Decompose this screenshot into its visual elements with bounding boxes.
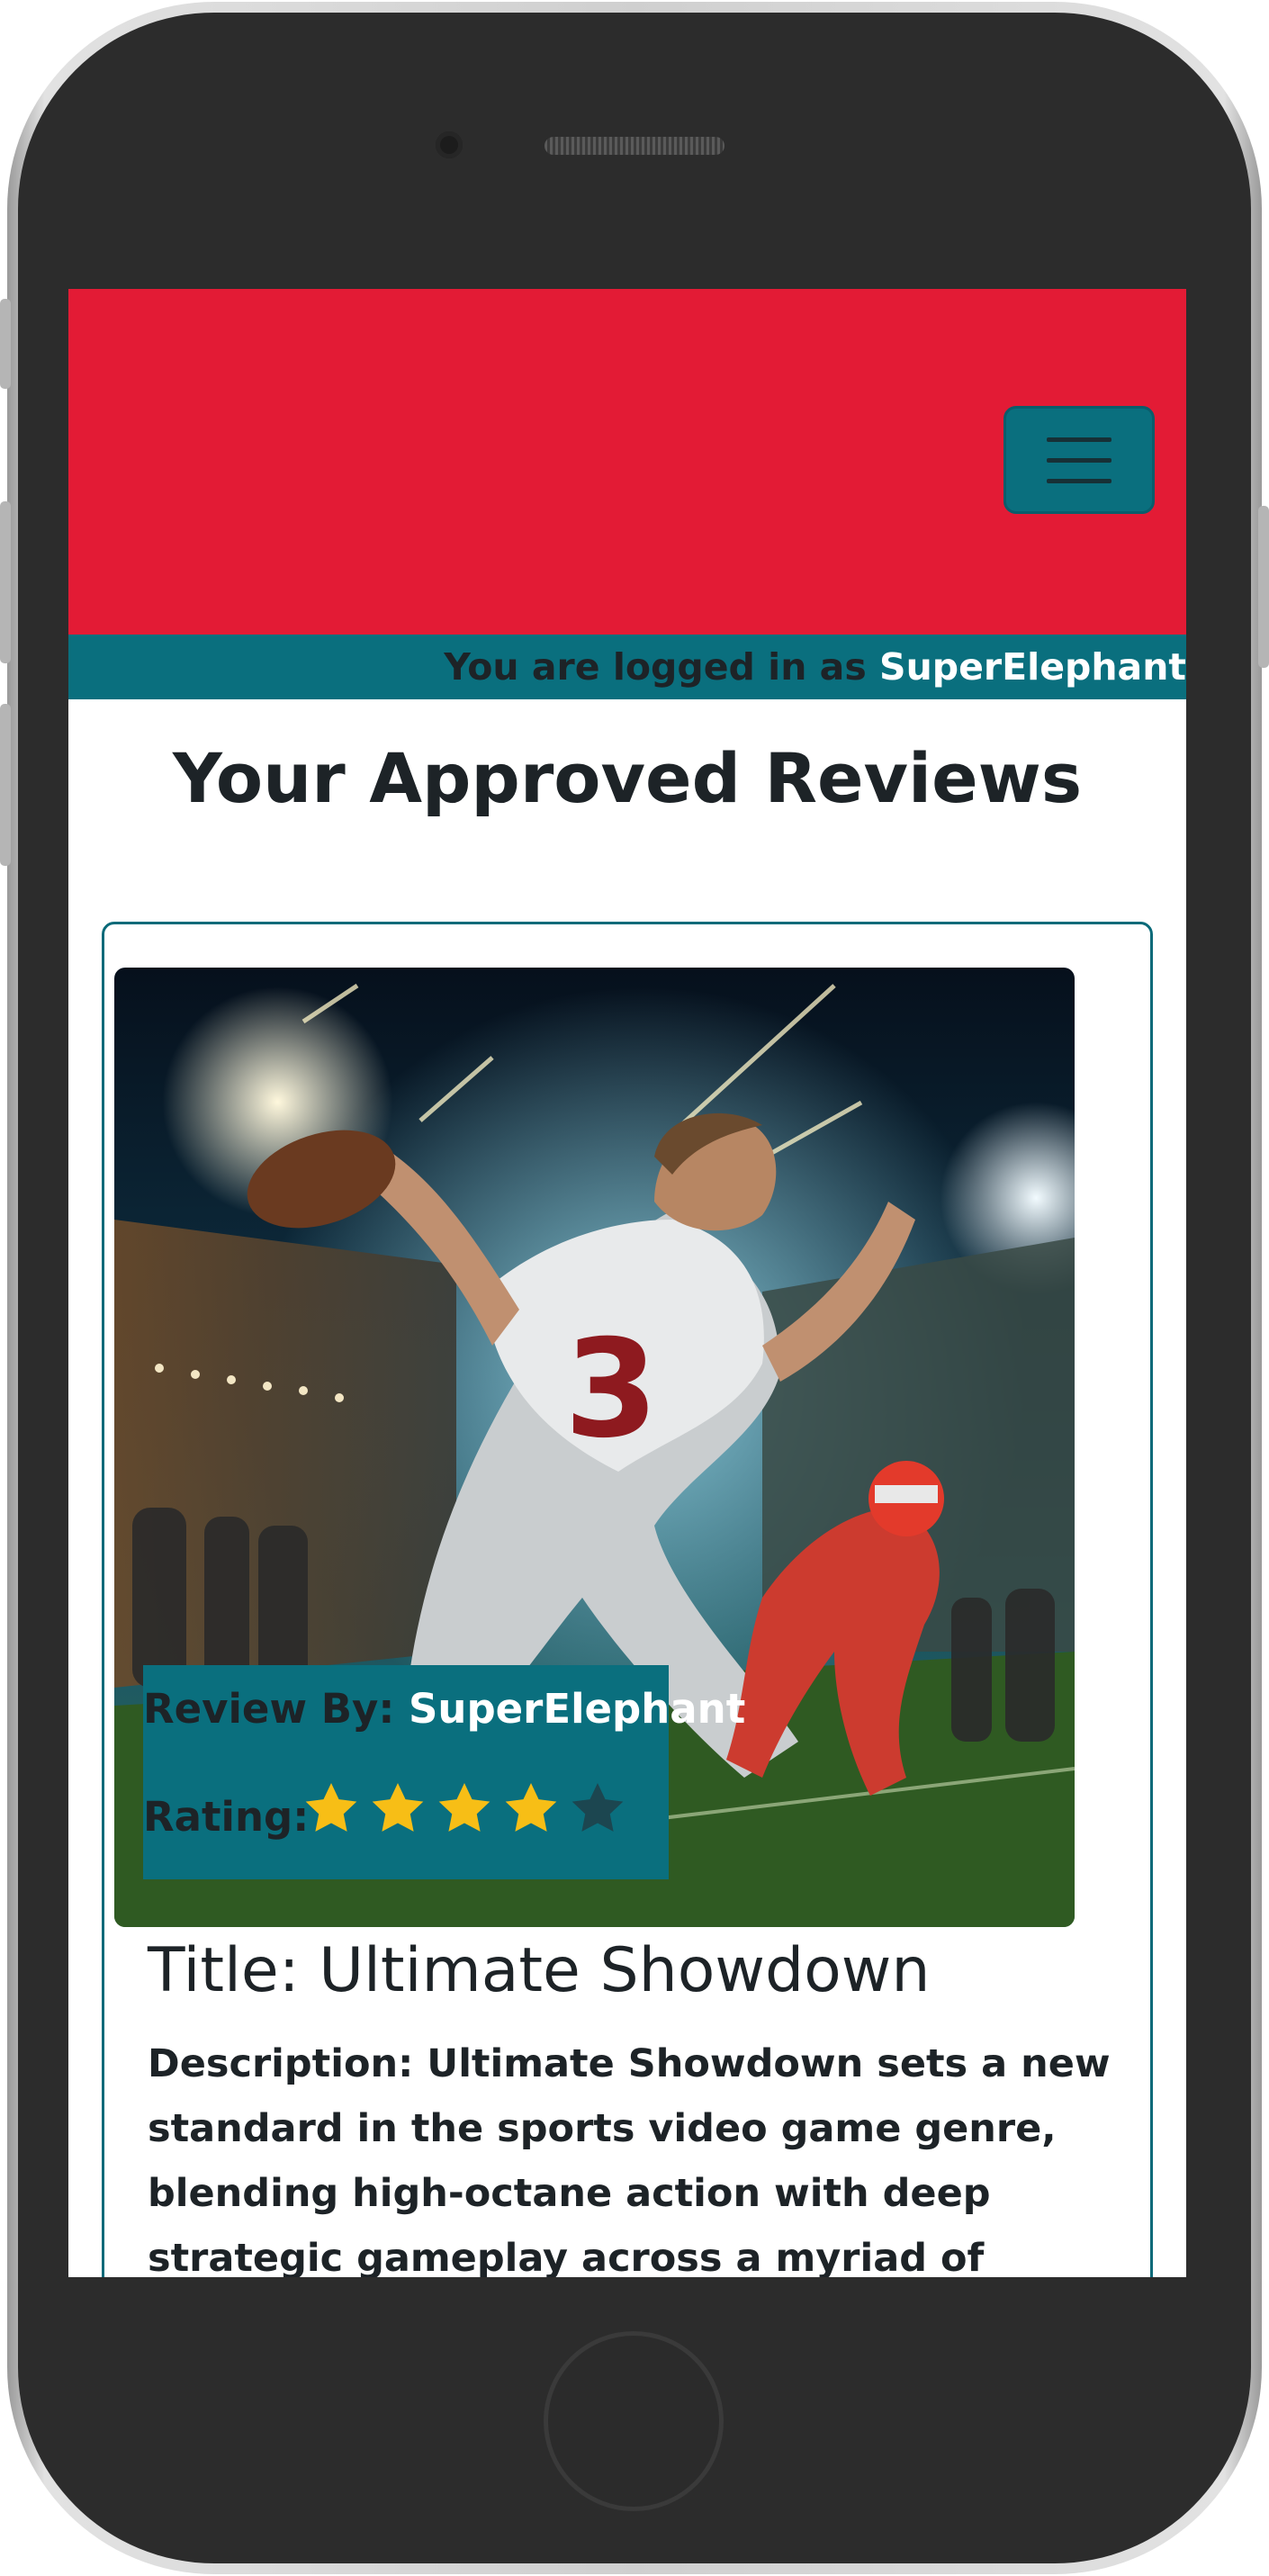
mute-switch <box>0 299 11 389</box>
hamburger-icon[interactable] <box>1004 406 1155 514</box>
review-by-line: Review By: SuperElephant <box>143 1685 745 1733</box>
rating-stars <box>302 1779 627 1838</box>
site-header <box>68 289 1186 635</box>
review-title: Title: Ultimate Showdown <box>148 1935 931 2006</box>
page-title: Your Approved Reviews <box>172 738 1083 818</box>
svg-text:3: 3 <box>564 1311 658 1468</box>
volume-up-button <box>0 501 11 663</box>
app-screen: You are logged in as SuperElephant Your … <box>68 289 1186 2277</box>
home-button[interactable] <box>544 2331 724 2511</box>
earpiece-speaker <box>544 137 724 155</box>
review-by-value[interactable]: SuperElephant <box>409 1685 745 1733</box>
login-username[interactable]: SuperElephant <box>879 645 1186 689</box>
star-filled-icon <box>438 1782 490 1832</box>
star-filled-icon <box>372 1782 424 1832</box>
star-empty-icon <box>572 1782 624 1832</box>
volume-down-button <box>0 704 11 866</box>
rating-line: Rating: <box>143 1793 309 1841</box>
power-button <box>1258 506 1269 668</box>
front-camera-icon <box>436 131 463 158</box>
review-overlay: Review By: SuperElephant Rating: <box>143 1665 745 1879</box>
star-filled-icon <box>505 1782 557 1832</box>
login-prefix: You are logged in as <box>444 645 867 689</box>
review-description: Description: Ultimate Showdown sets a ne… <box>148 2041 1111 2277</box>
rating-label: Rating: <box>143 1793 310 1841</box>
star-filled-icon <box>305 1782 357 1832</box>
login-status-bar: You are logged in as SuperElephant <box>68 635 1186 699</box>
review-by-label: Review By: <box>143 1685 395 1733</box>
